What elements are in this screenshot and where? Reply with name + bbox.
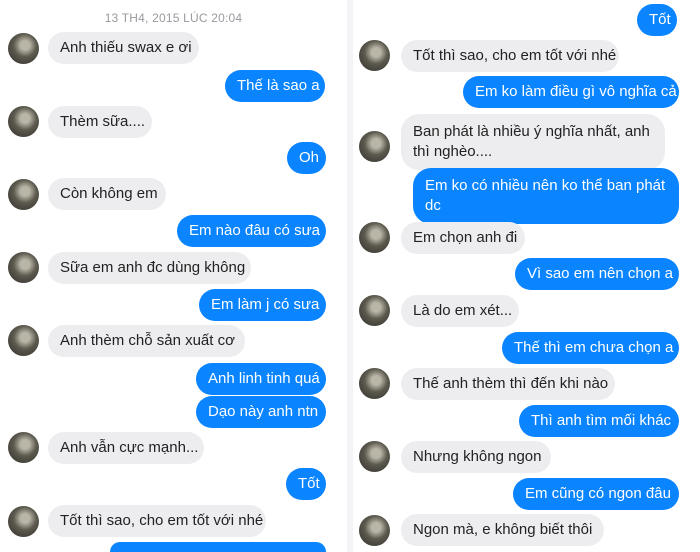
message-incoming[interactable]: Ngon mà, e không biết thôi xyxy=(401,514,604,546)
contact-avatar[interactable] xyxy=(8,325,39,356)
message-incoming[interactable]: Là do em xét... xyxy=(401,295,519,327)
message-outgoing[interactable]: Oh xyxy=(287,142,326,174)
conversation-timestamp: 13 TH4, 2015 LÚC 20:04 xyxy=(104,11,243,25)
message-outgoing-partial xyxy=(110,542,326,552)
message-incoming[interactable]: Thèm sữa.... xyxy=(48,106,152,138)
contact-avatar[interactable] xyxy=(359,295,390,326)
message-incoming[interactable]: Anh vẫn cực mạnh... xyxy=(48,432,204,464)
message-outgoing[interactable]: Em cũng có ngon đâu xyxy=(513,478,679,510)
contact-avatar[interactable] xyxy=(359,222,390,253)
message-outgoing[interactable]: Tốt xyxy=(637,4,677,36)
message-outgoing[interactable]: Thế thì em chưa chọn a xyxy=(502,332,679,364)
message-outgoing[interactable]: Em nào đâu có sưa xyxy=(177,215,326,247)
message-outgoing[interactable]: Tốt xyxy=(286,468,326,500)
contact-avatar[interactable] xyxy=(8,33,39,64)
contact-avatar[interactable] xyxy=(8,506,39,537)
message-incoming[interactable]: Thế anh thèm thì đến khi nào xyxy=(401,368,615,400)
message-incoming[interactable]: Sữa em anh đc dùng không xyxy=(48,252,251,284)
contact-avatar[interactable] xyxy=(8,179,39,210)
message-incoming[interactable]: Còn không em xyxy=(48,178,166,210)
contact-avatar[interactable] xyxy=(359,515,390,546)
message-outgoing[interactable]: Thì anh tìm mối khác xyxy=(519,405,679,437)
message-outgoing[interactable]: Thế là sao a xyxy=(225,70,325,102)
chat-panel-right: Tốt Tốt thì sao, cho em tốt với nhé Em k… xyxy=(353,0,700,552)
message-incoming[interactable]: Anh thiếu swax e ơi xyxy=(48,32,199,64)
message-outgoing[interactable]: Em ko có nhiều nên ko thể ban phát dc xyxy=(413,168,679,224)
message-incoming[interactable]: Ban phát là nhiều ý nghĩa nhất, anh thì … xyxy=(401,114,665,170)
message-outgoing[interactable]: Vì sao em nên chọn a xyxy=(515,258,679,290)
chat-panel-left: 13 TH4, 2015 LÚC 20:04 Anh thiếu swax e … xyxy=(0,0,347,552)
contact-avatar[interactable] xyxy=(359,368,390,399)
contact-avatar[interactable] xyxy=(359,40,390,71)
contact-avatar[interactable] xyxy=(8,252,39,283)
message-incoming[interactable]: Nhưng không ngon xyxy=(401,441,551,473)
message-outgoing[interactable]: Dạo này anh ntn xyxy=(196,396,326,428)
message-outgoing[interactable]: Em ko làm điều gì vô nghĩa cả xyxy=(463,76,679,108)
message-incoming[interactable]: Tốt thì sao, cho em tốt với nhé xyxy=(401,40,619,72)
message-incoming[interactable]: Em chọn anh đi xyxy=(401,222,525,254)
message-outgoing[interactable]: Anh linh tinh quá xyxy=(196,363,326,395)
contact-avatar[interactable] xyxy=(359,131,390,162)
message-outgoing[interactable]: Em làm j có sưa xyxy=(199,289,326,321)
message-incoming[interactable]: Tốt thì sao, cho em tốt với nhé xyxy=(48,505,266,537)
contact-avatar[interactable] xyxy=(359,441,390,472)
contact-avatar[interactable] xyxy=(8,432,39,463)
contact-avatar[interactable] xyxy=(8,106,39,137)
message-incoming[interactable]: Anh thèm chỗ sản xuất cơ xyxy=(48,325,245,357)
